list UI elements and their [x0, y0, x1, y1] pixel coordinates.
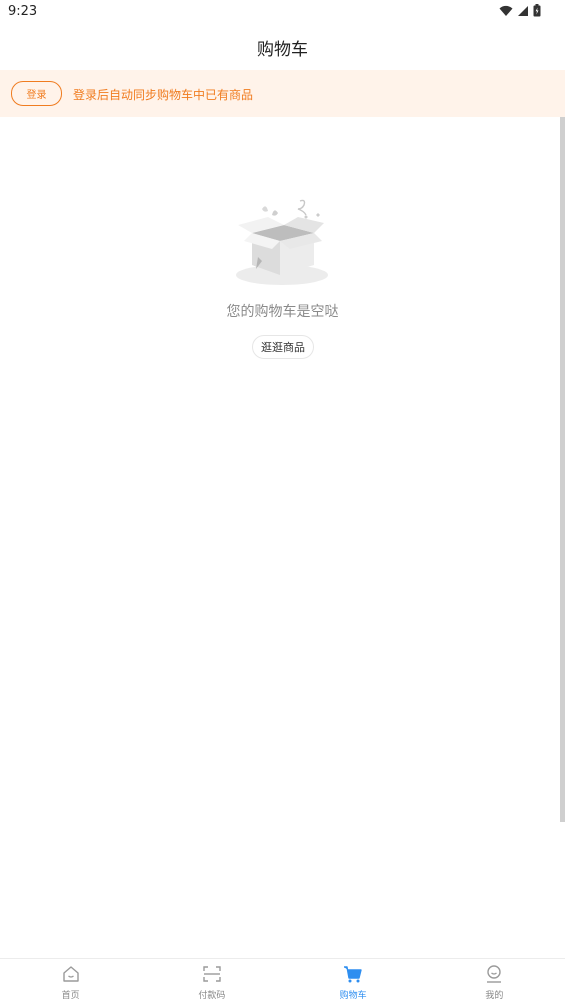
tab-payment-code[interactable]: 付款码	[141, 959, 282, 1004]
cart-screen: 9:23 购物车 登录 登录后自动同步购物车中已有商品 您的购物车是空哒 逛逛商…	[0, 0, 565, 1004]
tab-payment-code-label: 付款码	[198, 991, 226, 1001]
bottom-tab-bar: 首页 付款码 购物车 我的	[0, 958, 565, 1004]
status-time: 9:23	[8, 4, 38, 19]
browse-products-button[interactable]: 逛逛商品	[252, 335, 314, 359]
home-icon	[62, 966, 79, 982]
tab-home[interactable]: 首页	[0, 959, 141, 1004]
status-icons	[499, 4, 541, 17]
login-tip: 登录后自动同步购物车中已有商品	[73, 88, 254, 102]
wifi-icon	[499, 5, 513, 16]
tab-mine-label: 我的	[485, 991, 504, 1001]
tab-cart[interactable]: 购物车	[283, 959, 424, 1004]
empty-cart-message: 您的购物车是空哒	[226, 304, 339, 320]
signal-icon	[518, 5, 528, 16]
scan-icon	[203, 966, 221, 982]
nav-bar: 购物车	[0, 24, 565, 70]
status-bar: 9:23	[0, 0, 565, 24]
login-banner: 登录 登录后自动同步购物车中已有商品	[0, 70, 565, 117]
tab-mine[interactable]: 我的	[424, 959, 565, 1004]
tab-cart-label: 购物车	[339, 991, 367, 1001]
cart-icon	[344, 966, 362, 983]
empty-box-icon	[236, 199, 328, 285]
battery-icon	[533, 4, 541, 17]
login-button[interactable]: 登录	[11, 81, 62, 106]
profile-icon	[487, 965, 502, 983]
tab-home-label: 首页	[61, 991, 80, 1001]
page-title: 购物车	[257, 39, 308, 60]
scrollbar[interactable]	[560, 117, 565, 822]
